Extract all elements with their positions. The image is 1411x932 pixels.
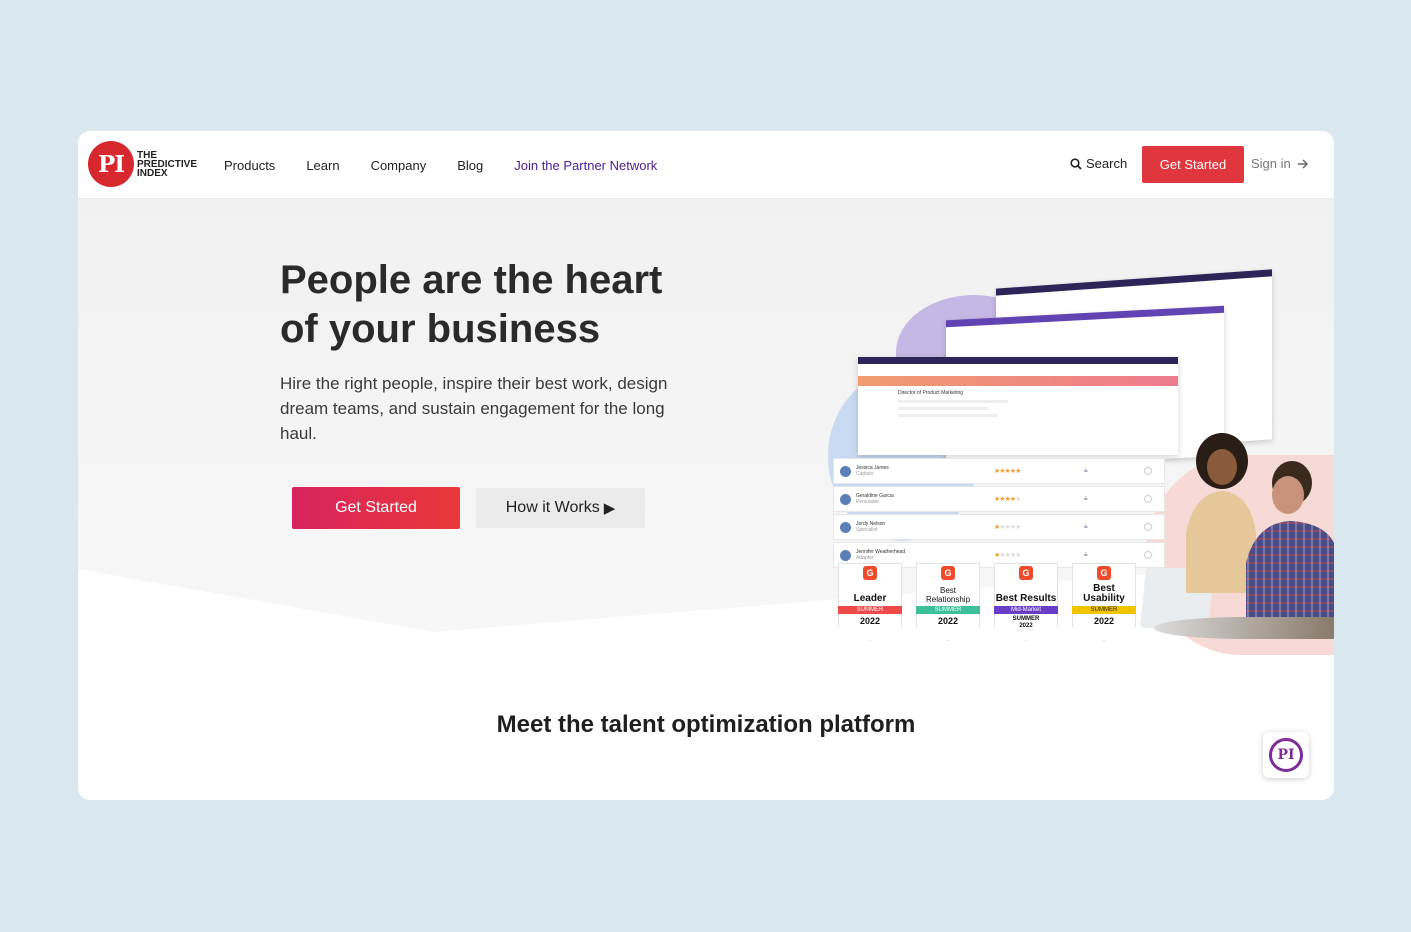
candidate-name: Geraldine Garcia Persuader: [856, 493, 894, 505]
search-button[interactable]: Search: [1070, 156, 1127, 171]
sign-in-label: Sign in: [1251, 156, 1291, 171]
people-photo: [1186, 433, 1334, 638]
nav-partner-network[interactable]: Join the Partner Network: [514, 158, 657, 173]
platform-heading: Meet the talent optimization platform: [496, 711, 916, 738]
badge-ribbon: SUMMER: [916, 606, 980, 614]
avatar: [840, 465, 851, 477]
status-dot: [1144, 467, 1152, 475]
rating-stars: ★★★★★: [994, 524, 1021, 531]
candidate-name: Jordy Nelson Specialist: [856, 521, 886, 533]
g2-badge-leader: G Leader SUMMER 2022: [838, 563, 902, 641]
badge-ribbon: Mid-Market: [994, 606, 1058, 614]
lock-icon: 🔒︎: [1084, 495, 1088, 502]
badge-year: 2022: [937, 616, 959, 626]
avatar: [840, 493, 851, 505]
chat-widget-button[interactable]: PI: [1263, 732, 1309, 778]
sign-in-link[interactable]: Sign in: [1251, 156, 1309, 171]
badge-ribbon: SUMMER: [1072, 606, 1136, 614]
pi-chat-icon: PI: [1269, 738, 1303, 772]
candidate-row: Jessica James Captain ★★★★★ 🔒︎: [833, 458, 1165, 484]
how-it-works-label: How it Works: [505, 499, 600, 516]
search-icon: [1070, 157, 1082, 170]
nav-learn[interactable]: Learn: [306, 158, 339, 173]
candidate-list: Jessica James Captain ★★★★★ 🔒︎ Geraldine …: [833, 458, 1165, 570]
logo-mark: PI: [88, 141, 134, 187]
browser-card: PI THE PREDICTIVE INDEX Products Learn C…: [78, 131, 1334, 800]
g2-logo-icon: G: [1019, 566, 1033, 580]
g2-logo-icon: G: [1097, 566, 1111, 580]
job-title: Director of Product Marketing: [898, 390, 964, 396]
g2-badge-usability: G Best Usability SUMMER 2022: [1072, 563, 1136, 641]
how-it-works-button[interactable]: How it Works ▶: [476, 488, 645, 528]
nav-blog[interactable]: Blog: [457, 158, 483, 173]
site-header: PI THE PREDICTIVE INDEX Products Learn C…: [78, 131, 1334, 199]
badge-title: Best Usability: [1083, 583, 1125, 604]
g2-badge-relationship: G Best Relationship SUMMER 2022: [916, 563, 980, 641]
badge-title: Best Relationship: [925, 586, 971, 604]
header-get-started-button[interactable]: Get Started: [1142, 146, 1244, 183]
hero-get-started-button[interactable]: Get Started: [292, 487, 460, 529]
product-illustration: Director of Product Marketing Jessica Ja…: [828, 269, 1334, 655]
status-dot: [1144, 523, 1152, 531]
logo[interactable]: PI THE PREDICTIVE INDEX: [88, 141, 201, 187]
badge-year: SUMMER 2022: [1012, 616, 1040, 629]
rating-stars: ★★★★★: [994, 552, 1021, 559]
app-window-front: Director of Product Marketing: [858, 357, 1178, 455]
hero-headline: People are the heart of your business: [280, 258, 663, 351]
search-label: Search: [1086, 156, 1128, 171]
logo-text: THE PREDICTIVE INDEX: [137, 150, 201, 179]
main-nav: Products Learn Company Blog Join the Par…: [224, 131, 688, 199]
badge-ribbon: SUMMER: [838, 606, 902, 614]
lock-icon: 🔒︎: [1084, 523, 1088, 530]
arrow-right-icon: [1297, 158, 1308, 169]
g2-badges: G Leader SUMMER 2022 G Best Relationship…: [838, 563, 1150, 641]
candidate-row: Jordy Nelson Specialist ★★★★★ 🔒︎: [833, 514, 1165, 540]
badge-title: Leader: [853, 593, 887, 604]
avatar: [840, 549, 851, 561]
nav-company[interactable]: Company: [371, 158, 427, 173]
play-icon: ▶: [603, 500, 616, 517]
desk-image: [1154, 617, 1334, 639]
avatar: [840, 521, 851, 533]
g2-badge-results: G Best Results Mid-Market SUMMER 2022: [994, 563, 1058, 641]
status-dot: [1144, 551, 1152, 559]
logo-line: INDEX: [137, 167, 168, 179]
nav-products[interactable]: Products: [224, 158, 275, 173]
g2-logo-icon: G: [863, 566, 877, 580]
rating-stars: ★★★★★: [994, 496, 1021, 503]
badge-title: Best Results: [995, 593, 1057, 604]
badge-year: 2022: [859, 616, 881, 626]
hero-subtitle: Hire the right people, inspire their bes…: [280, 374, 668, 443]
badge-year: 2022: [1093, 616, 1115, 626]
candidate-name: Jessica James Captain: [856, 465, 889, 477]
status-dot: [1144, 495, 1152, 503]
g2-logo-icon: G: [941, 566, 955, 580]
lock-icon: 🔒︎: [1084, 467, 1088, 474]
candidate-row: Geraldine Garcia Persuader ★★★★★ 🔒︎: [833, 486, 1165, 512]
rating-stars: ★★★★★: [994, 468, 1021, 475]
lock-icon: 🔒︎: [1084, 551, 1088, 558]
candidate-name: Jennifer Weatherhead Adapter: [856, 549, 906, 561]
